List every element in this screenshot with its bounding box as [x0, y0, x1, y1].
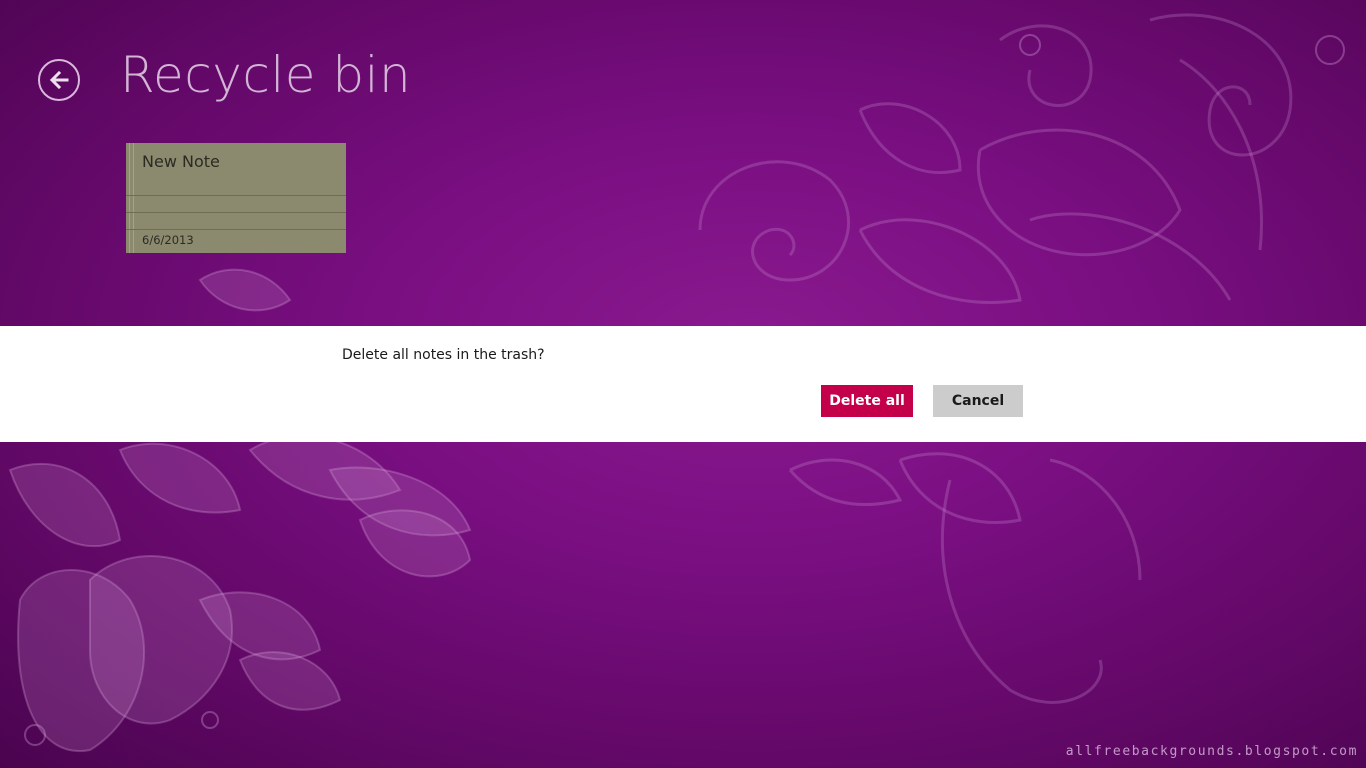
note-title: New Note: [142, 152, 220, 171]
back-button[interactable]: [38, 59, 80, 101]
note-ruled-line: [126, 195, 346, 196]
note-date: 6/6/2013: [142, 233, 194, 247]
note-tile[interactable]: New Note 6/6/2013: [126, 143, 346, 253]
page-title: Recycle bin: [120, 46, 412, 104]
cancel-button[interactable]: Cancel: [933, 385, 1023, 417]
background-watermark: allfreebackgrounds.blogspot.com: [1065, 744, 1358, 759]
note-margin-line: [133, 143, 134, 253]
delete-all-button[interactable]: Delete all: [821, 385, 913, 417]
confirm-dialog: Delete all notes in the trash? Delete al…: [0, 326, 1366, 442]
dialog-message: Delete all notes in the trash?: [342, 347, 545, 363]
note-ruled-line: [126, 212, 346, 213]
note-margin-line: [129, 143, 130, 253]
back-arrow-icon: [49, 70, 69, 90]
note-ruled-line: [126, 229, 346, 230]
